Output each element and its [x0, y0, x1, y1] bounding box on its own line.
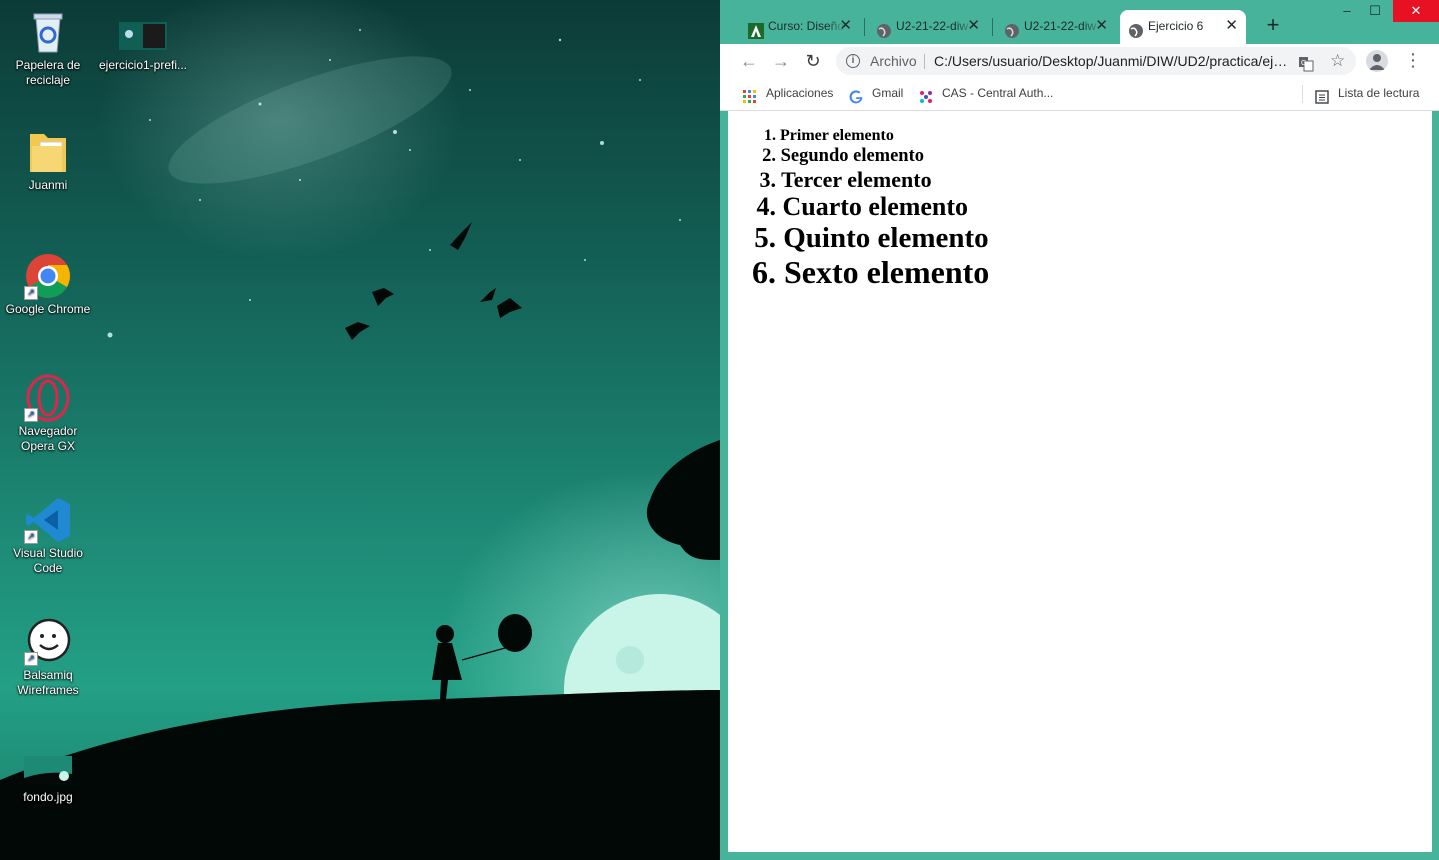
desktop-icon-label: ejercicio1-prefi... — [98, 58, 188, 72]
list-item: 5. Quinto elemento — [728, 222, 989, 255]
moodle-icon — [748, 19, 764, 39]
list-number: 1. — [764, 127, 776, 144]
tab-title: Ejercicio 6 — [1148, 19, 1204, 33]
list-item: 4. Cuarto elemento — [728, 192, 969, 222]
shortcut-arrow-icon: ↗ — [24, 652, 38, 666]
tab-u2-2[interactable]: U2-21-22-diw ✕ — [996, 10, 1116, 44]
globe-icon — [876, 19, 892, 38]
list-text: Cuarto elemento — [782, 192, 969, 221]
globe-icon — [1004, 19, 1020, 38]
minimize-button[interactable]: – — [1332, 0, 1362, 22]
shortcut-arrow-icon: ↗ — [24, 286, 38, 300]
tab-curso[interactable]: Curso: Diseño ✕ — [740, 10, 860, 44]
bookmarks-bar: Aplicaciones Gmail CAS - Central Auth...… — [720, 78, 1439, 111]
desktop-icon-fondo[interactable]: fondo.jpg — [2, 740, 94, 805]
reload-button[interactable]: ↻ — [802, 50, 824, 72]
address-url[interactable]: C:/Users/usuario/Desktop/Juanmi/DIW/UD2/… — [934, 47, 1290, 75]
globe-icon — [1128, 19, 1144, 38]
list-number: 5. — [754, 222, 776, 254]
browser-window: Curso: Diseño ✕ U2-21-22-diw ✕ U2-21-22-… — [720, 0, 1439, 860]
maximize-button[interactable]: ☐ — [1360, 0, 1390, 22]
list-text: Tercer elemento — [781, 167, 932, 192]
desktop-icon-label: Navegador Opera GX — [18, 424, 78, 453]
bookmarks-separator — [1302, 85, 1303, 103]
close-icon[interactable]: ✕ — [1225, 10, 1238, 42]
bookmark-star-icon[interactable]: ☆ — [1330, 47, 1345, 75]
folder-icon — [24, 128, 72, 176]
balsamiq-icon: ↗ — [24, 618, 72, 666]
tab-strip: Curso: Diseño ✕ U2-21-22-diw ✕ U2-21-22-… — [720, 0, 1439, 44]
address-bar[interactable]: i Archivo C:/Users/usuario/Desktop/Juanm… — [836, 47, 1356, 75]
new-tab-button[interactable]: + — [1260, 12, 1286, 38]
close-icon[interactable]: ✕ — [1095, 10, 1108, 42]
chrome-icon: ↗ — [24, 252, 72, 300]
desktop-icon-label: Visual Studio Code — [13, 546, 83, 575]
desktop-icon-label: fondo.jpg — [23, 790, 73, 804]
reading-list-button[interactable]: Lista de lectura — [1314, 78, 1419, 110]
close-window-button[interactable]: ✕ — [1393, 0, 1439, 22]
desktop: Papelera de reciclaje ejercicio1-prefi..… — [0, 0, 720, 860]
tab-separator — [864, 18, 865, 36]
list-text: Sexto elemento — [784, 254, 990, 290]
desktop-icon-chrome[interactable]: ↗ Google Chrome — [2, 252, 94, 317]
address-separator — [924, 54, 925, 69]
desktop-icon-label: Google Chrome — [5, 302, 91, 316]
google-icon — [848, 86, 864, 104]
desktop-icon-vscode[interactable]: ↗ Visual Studio Code — [2, 496, 94, 576]
opera-gx-icon: ↗ — [24, 374, 72, 422]
browser-toolbar: ← → ↻ i Archivo C:/Users/usuario/Desktop… — [720, 44, 1439, 78]
info-icon[interactable]: i — [846, 54, 860, 68]
list-text: Segundo elemento — [780, 146, 924, 166]
list-number: 4. — [756, 192, 777, 221]
close-icon[interactable]: ✕ — [967, 10, 980, 42]
tab-separator — [992, 18, 993, 36]
desktop-icon-label: Balsamiq Wireframes — [17, 668, 79, 697]
svg-text:G: G — [1301, 60, 1306, 67]
list-text: Quinto elemento — [783, 222, 989, 254]
back-button[interactable]: ← — [738, 50, 760, 72]
landscape-silhouette — [0, 222, 720, 860]
list-item: 6. Sexto elemento — [728, 254, 989, 291]
forward-button[interactable]: → — [770, 50, 792, 72]
desktop-icon-recycle-bin[interactable]: Papelera de reciclaje — [2, 8, 94, 88]
list-number: 3. — [759, 167, 777, 192]
page-viewport: 1. Primer elemento 2. Segundo elemento 3… — [728, 111, 1432, 852]
address-scheme-label: Archivo — [870, 53, 917, 69]
reading-list-icon — [1314, 86, 1330, 104]
desktop-icon-ejercicio1[interactable]: ejercicio1-prefi... — [97, 8, 189, 73]
list-text: Primer elemento — [780, 127, 894, 144]
bookmark-cas[interactable]: CAS - Central Auth... — [918, 78, 1053, 110]
bookmark-apps[interactable]: Aplicaciones — [742, 78, 833, 110]
recycle-bin-icon — [24, 8, 72, 56]
desktop-icon-balsamiq[interactable]: ↗ Balsamiq Wireframes — [2, 618, 94, 698]
tab-u2-1[interactable]: U2-21-22-diw ✕ — [868, 10, 988, 44]
desktop-icon-label: Papelera de reciclaje — [15, 58, 81, 87]
desktop-icon-label: Juanmi — [28, 178, 68, 192]
tab-ejercicio6[interactable]: Ejercicio 6 ✕ — [1120, 10, 1246, 44]
apps-grid-icon — [742, 86, 758, 103]
close-icon[interactable]: ✕ — [839, 10, 852, 42]
shortcut-arrow-icon: ↗ — [24, 408, 38, 422]
list-number: 2. — [762, 146, 776, 166]
tab-title: U2-21-22-diw — [896, 19, 969, 33]
list-item: 2. Segundo elemento — [728, 146, 924, 167]
tab-title: U2-21-22-diw — [1024, 19, 1097, 33]
ordered-list: 1. Primer elemento 2. Segundo elemento 3… — [728, 111, 1432, 852]
shortcut-arrow-icon: ↗ — [24, 530, 38, 544]
translate-icon[interactable]: G — [1298, 53, 1314, 72]
bookmark-label: CAS - Central Auth... — [942, 86, 1054, 100]
tab-title: Curso: Diseño — [768, 19, 845, 33]
cas-icon — [918, 86, 934, 103]
bookmark-gmail[interactable]: Gmail — [848, 78, 903, 110]
desktop-icon-juanmi[interactable]: Juanmi — [2, 128, 94, 193]
list-item: 1. Primer elemento — [728, 127, 894, 145]
profile-avatar[interactable] — [1366, 50, 1388, 72]
desktop-icon-opera-gx[interactable]: ↗ Navegador Opera GX — [2, 374, 94, 454]
image-thumbnail-icon — [24, 740, 72, 788]
list-number: 6. — [752, 254, 776, 290]
more-menu-icon[interactable]: ⋮ — [1404, 49, 1422, 73]
list-item: 3. Tercer elemento — [728, 167, 932, 193]
image-thumbnail-icon — [119, 8, 167, 56]
vscode-icon: ↗ — [24, 496, 72, 544]
